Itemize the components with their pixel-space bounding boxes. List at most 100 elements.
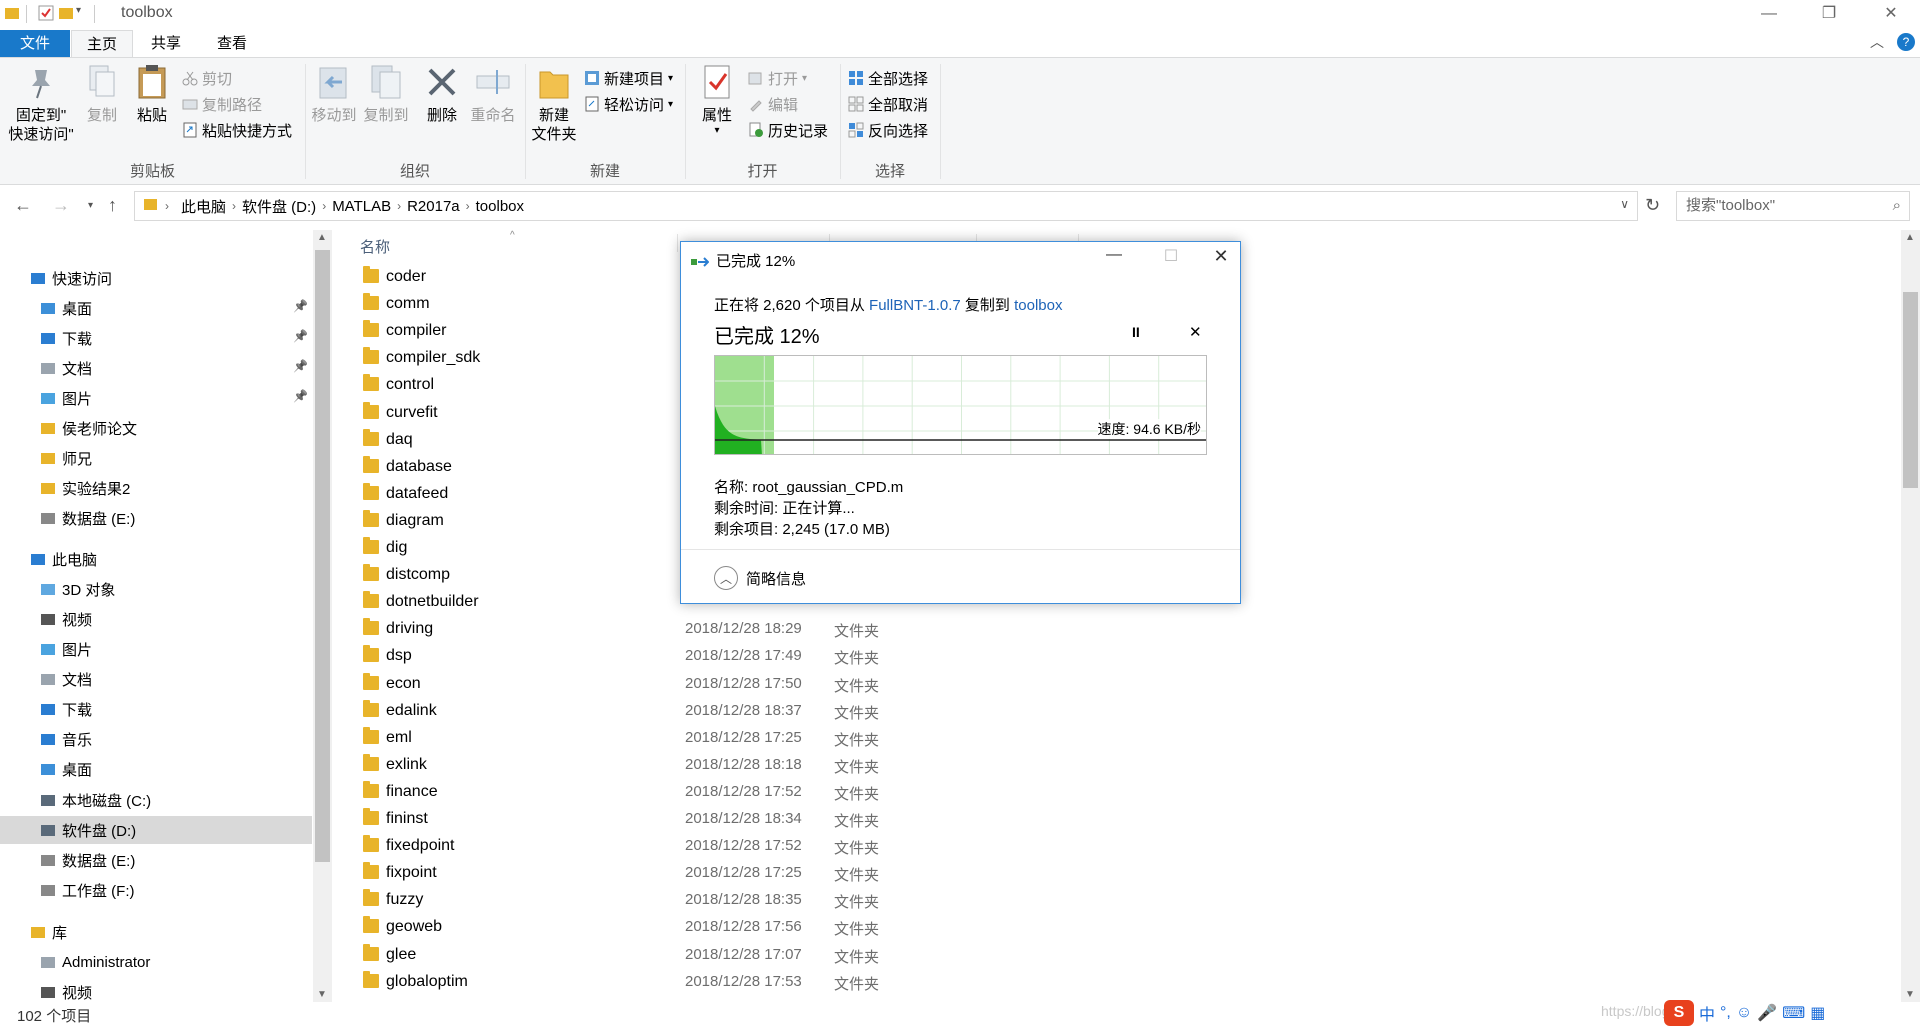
nav-scroll-thumb[interactable] (315, 250, 330, 862)
source-folder-link[interactable]: FullBNT-1.0.7 (869, 297, 961, 314)
less-details-button[interactable]: ︿ 简略信息 (714, 566, 806, 590)
toolbox-grid-icon[interactable]: ▦ (1810, 1003, 1825, 1023)
breadcrumb-this-pc[interactable]: 此电脑 (181, 196, 226, 217)
keyboard-icon[interactable]: ⌨ (1782, 1003, 1805, 1023)
restore-button[interactable]: ❐ (1800, 0, 1858, 28)
nav-item[interactable]: 文档 (40, 354, 92, 382)
table-row[interactable]: glee 2018/12/28 17:07 文件夹 (340, 942, 1880, 969)
refresh-icon[interactable]: ↻ (1645, 195, 1660, 216)
copy-button[interactable]: 复制 (82, 62, 122, 125)
table-row[interactable]: fixpoint 2018/12/28 17:25 文件夹 (340, 860, 1880, 887)
new-item-button[interactable]: 新建项目 ▾ (584, 66, 673, 90)
destination-folder-link[interactable]: toolbox (1014, 297, 1062, 314)
breadcrumb-matlab[interactable]: MATLAB (332, 198, 391, 215)
recent-dropdown-icon[interactable]: ▾ (88, 200, 93, 211)
nav-item[interactable]: 师兄 (40, 444, 92, 472)
breadcrumb-separator[interactable]: › (165, 199, 169, 213)
scroll-down-icon[interactable]: ▼ (1905, 989, 1915, 1000)
breadcrumb-separator[interactable]: › (397, 199, 401, 213)
table-row[interactable]: finance 2018/12/28 17:52 文件夹 (340, 779, 1880, 806)
list-scroll-thumb[interactable] (1903, 292, 1918, 488)
breadcrumb-r2017a[interactable]: R2017a (407, 198, 460, 215)
table-row[interactable]: dsp 2018/12/28 17:49 文件夹 (340, 643, 1880, 670)
address-bar[interactable]: › 此电脑 › 软件盘 (D:) › MATLAB › R2017a › too… (134, 191, 1638, 221)
paste-shortcut-button[interactable]: 粘贴快捷方式 (182, 118, 292, 142)
address-dropdown-icon[interactable]: ∨ (1620, 197, 1629, 211)
tab-file[interactable]: 文件 (0, 30, 70, 57)
new-folder-button[interactable]: 新建 文件夹 (528, 62, 580, 144)
easy-access-button[interactable]: 轻松访问 ▾ (584, 92, 673, 116)
new-folder-qa-icon[interactable] (58, 5, 74, 21)
tab-home[interactable]: 主页 (71, 30, 133, 57)
nav-item[interactable]: 音乐 (40, 725, 92, 753)
table-row[interactable]: geoweb 2018/12/28 17:56 文件夹 (340, 914, 1880, 941)
close-button[interactable]: ✕ (1862, 0, 1920, 28)
paste-button[interactable]: 粘贴 (130, 62, 174, 125)
dialog-close-button[interactable]: ✕ (1201, 246, 1241, 267)
minimize-button[interactable]: — (1740, 0, 1798, 28)
customize-qa-icon[interactable]: ▾ (76, 5, 92, 21)
nav-item[interactable]: 桌面 (40, 755, 92, 783)
properties-qa-icon[interactable] (38, 5, 54, 21)
up-arrow-icon[interactable]: ↑ (108, 195, 117, 216)
table-row[interactable]: fininst 2018/12/28 18:34 文件夹 (340, 806, 1880, 833)
ime-language[interactable]: 中 (1699, 1001, 1715, 1025)
pin-icon[interactable]: 📌 (293, 359, 308, 373)
nav-item[interactable]: 视频 (40, 978, 92, 1006)
nav-item[interactable]: 下载 (40, 324, 92, 352)
table-row[interactable]: driving 2018/12/28 18:29 文件夹 (340, 616, 1880, 643)
nav-item[interactable]: 快速访问 (30, 264, 112, 292)
select-all-button[interactable]: 全部选择 (848, 66, 928, 90)
pause-button[interactable]: II (1132, 324, 1140, 340)
delete-button[interactable]: 删除 (420, 62, 464, 125)
nav-item[interactable]: 视频 (40, 605, 92, 633)
copy-path-button[interactable]: 复制路径 (182, 92, 262, 116)
table-row[interactable]: globaloptim 2018/12/28 17:53 文件夹 (340, 969, 1880, 996)
nav-item[interactable]: 桌面 (40, 294, 92, 322)
nav-item[interactable]: 工作盘 (F:) (40, 876, 135, 904)
properties-button[interactable]: 属性 ▾ (692, 62, 742, 136)
table-row[interactable]: eml 2018/12/28 17:25 文件夹 (340, 725, 1880, 752)
nav-item[interactable]: 图片 (40, 384, 92, 412)
pin-icon[interactable]: 📌 (293, 299, 308, 313)
search-input[interactable]: 搜索"toolbox" ⌕ (1676, 191, 1910, 221)
scroll-up-icon[interactable]: ▲ (317, 232, 327, 243)
nav-item[interactable]: 下载 (40, 695, 92, 723)
breadcrumb-separator[interactable]: › (322, 199, 326, 213)
history-button[interactable]: 历史记录 (748, 118, 828, 142)
nav-item[interactable]: 本地磁盘 (C:) (40, 786, 151, 814)
nav-item[interactable]: 此电脑 (30, 545, 97, 573)
copy-to-button[interactable]: 复制到 (361, 62, 411, 125)
ime-punctuation[interactable]: °, (1720, 1004, 1731, 1022)
help-icon[interactable]: ? (1897, 33, 1915, 51)
breadcrumb-drive-d[interactable]: 软件盘 (D:) (242, 196, 316, 217)
tab-view[interactable]: 查看 (206, 30, 258, 57)
nav-item[interactable]: 3D 对象 (40, 575, 115, 603)
breadcrumb-separator[interactable]: › (466, 199, 470, 213)
microphone-icon[interactable]: 🎤 (1757, 1003, 1777, 1023)
nav-item[interactable]: 侯老师论文 (40, 414, 137, 442)
ribbon-collapse-icon[interactable]: ︿ (1870, 32, 1884, 52)
pin-icon[interactable]: 📌 (293, 329, 308, 343)
nav-item[interactable]: 库 (30, 918, 67, 946)
invert-selection-button[interactable]: 反向选择 (848, 118, 928, 142)
nav-item[interactable]: 数据盘 (E:) (40, 504, 135, 532)
pin-quick-access-button[interactable]: 固定到" 快速访问" (6, 62, 76, 144)
column-header-name[interactable]: 名称 (360, 236, 390, 257)
table-row[interactable]: exlink 2018/12/28 18:18 文件夹 (340, 752, 1880, 779)
breadcrumb-separator[interactable]: › (232, 199, 236, 213)
list-scrollbar[interactable]: ▲ ▼ (1901, 230, 1920, 1002)
emoji-icon[interactable]: ☺ (1736, 1004, 1752, 1022)
rename-button[interactable]: 重命名 (468, 62, 518, 125)
scroll-up-icon[interactable]: ▲ (1905, 232, 1915, 243)
nav-scrollbar[interactable]: ▲ ▼ (313, 230, 332, 1002)
breadcrumb-toolbox[interactable]: toolbox (476, 198, 524, 215)
table-row[interactable]: fuzzy 2018/12/28 18:35 文件夹 (340, 887, 1880, 914)
pin-icon[interactable]: 📌 (293, 389, 308, 403)
scroll-down-icon[interactable]: ▼ (317, 989, 327, 1000)
nav-item[interactable]: 软件盘 (D:) (0, 816, 312, 844)
table-row[interactable]: fixedpoint 2018/12/28 17:52 文件夹 (340, 833, 1880, 860)
back-arrow-icon[interactable]: ← (14, 195, 32, 216)
dialog-maximize-button[interactable]: ☐ (1151, 246, 1191, 266)
dialog-minimize-button[interactable]: — (1094, 246, 1134, 264)
